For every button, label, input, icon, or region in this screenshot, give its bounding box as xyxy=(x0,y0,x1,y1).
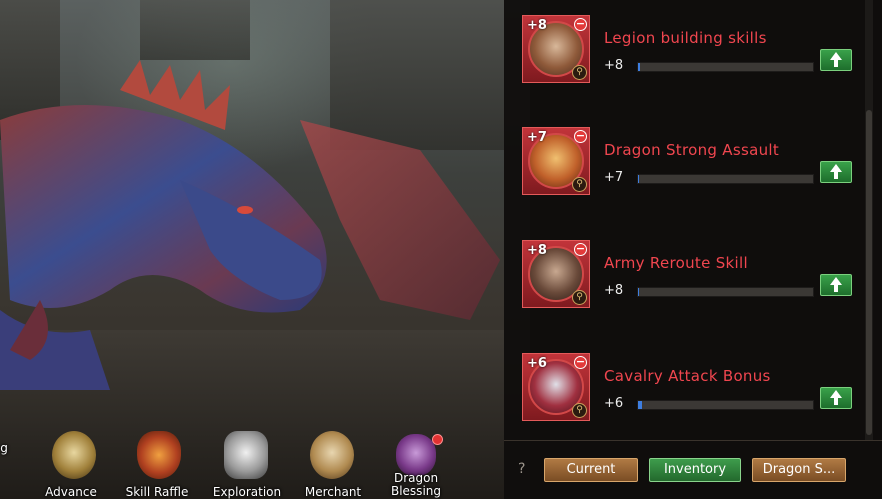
skill-row-army-reroute: +8 − ⚲ Army Reroute Skill +8 xyxy=(522,240,862,312)
skill-list-scrollbar[interactable] xyxy=(865,0,873,440)
skill-name: Cavalry Attack Bonus xyxy=(604,367,771,385)
skill-row-legion-building: +8 − ⚲ Legion building skills +8 xyxy=(522,15,862,87)
upgrade-button[interactable] xyxy=(820,387,852,409)
winged-scroll-icon xyxy=(224,431,268,479)
notification-badge xyxy=(432,434,443,445)
upgrade-button[interactable] xyxy=(820,49,852,71)
skill-level-badge: +7 xyxy=(527,130,547,145)
magnifier-icon[interactable]: ⚲ xyxy=(572,65,587,80)
nav-item-advance[interactable]: Advance xyxy=(28,428,108,499)
flame-shield-icon xyxy=(137,431,181,479)
nav-item-partial[interactable]: g xyxy=(0,428,10,499)
current-button[interactable]: Current xyxy=(544,458,638,482)
magnifier-icon[interactable]: ⚲ xyxy=(572,403,587,418)
skill-value: +8 xyxy=(604,283,624,298)
skill-value: +8 xyxy=(604,58,624,73)
nav-label: Dragon Blessing xyxy=(390,471,441,498)
up-arrow-icon xyxy=(830,277,842,285)
skill-name: Army Reroute Skill xyxy=(604,254,748,272)
minus-icon[interactable]: − xyxy=(574,130,587,143)
skill-value: +7 xyxy=(604,170,624,185)
dragon-scene xyxy=(0,0,530,499)
skill-value: +6 xyxy=(604,396,624,411)
skill-icon-reroute[interactable]: +8 − ⚲ xyxy=(522,240,590,308)
up-arrow-icon xyxy=(830,52,842,60)
upgrade-button[interactable] xyxy=(820,161,852,183)
up-arrow-stem xyxy=(834,172,838,179)
skill-row-cavalry-attack: +6 − ⚲ Cavalry Attack Bonus +6 xyxy=(522,353,862,425)
skill-progress-fill xyxy=(638,175,640,183)
nav-label: g xyxy=(0,441,8,455)
nav-item-merchant[interactable]: Merchant xyxy=(286,428,366,499)
upgrade-button[interactable] xyxy=(820,274,852,296)
skill-progress-bar xyxy=(637,400,814,410)
skill-name: Dragon Strong Assault xyxy=(604,141,780,159)
skill-level-badge: +8 xyxy=(527,243,547,258)
dragon-illustration xyxy=(0,60,500,390)
nav-label: Exploration xyxy=(212,485,282,499)
nav-label: Advance xyxy=(45,485,97,499)
nav-item-skill-raffle[interactable]: Skill Raffle xyxy=(113,428,193,499)
up-arrow-stem xyxy=(834,398,838,405)
dragon-head-icon xyxy=(52,431,96,479)
skill-row-dragon-strong-assault: +7 − ⚲ Dragon Strong Assault +7 xyxy=(522,127,862,199)
help-icon[interactable]: ? xyxy=(518,461,525,477)
skill-progress-fill xyxy=(638,63,640,71)
minus-icon[interactable]: − xyxy=(574,356,587,369)
skill-name: Legion building skills xyxy=(604,29,767,47)
skill-icon-cavalry[interactable]: +6 − ⚲ xyxy=(522,353,590,421)
nav-item-dragon-blessing[interactable]: Dragon Blessing xyxy=(370,428,450,499)
dragon-skills-button[interactable]: Dragon S... xyxy=(752,458,846,482)
skill-progress-bar xyxy=(637,174,814,184)
nav-label: Merchant xyxy=(304,485,362,499)
skill-icon-legion[interactable]: +8 − ⚲ xyxy=(522,15,590,83)
minus-icon[interactable]: − xyxy=(574,18,587,31)
nav-item-exploration[interactable]: Exploration xyxy=(200,428,281,499)
skill-icon-assault[interactable]: +7 − ⚲ xyxy=(522,127,590,195)
skill-progress-bar xyxy=(637,287,814,297)
minus-icon[interactable]: − xyxy=(574,243,587,256)
scrollbar-thumb[interactable] xyxy=(866,110,872,435)
skill-level-badge: +8 xyxy=(527,18,547,33)
nav-label: Skill Raffle xyxy=(125,485,189,499)
bottom-nav: g Advance Skill Raffle Exploration Merch… xyxy=(0,428,504,499)
magnifier-icon[interactable]: ⚲ xyxy=(572,290,587,305)
skill-progress-fill xyxy=(638,401,642,409)
horned-crest-icon xyxy=(310,431,354,479)
magnifier-icon[interactable]: ⚲ xyxy=(572,177,587,192)
up-arrow-icon xyxy=(830,164,842,172)
dragon-egg-icon xyxy=(396,434,436,476)
skill-level-badge: +6 xyxy=(527,356,547,371)
inventory-button[interactable]: Inventory xyxy=(649,458,741,482)
panel-divider xyxy=(504,440,882,441)
up-arrow-stem xyxy=(834,285,838,292)
ruin-wall xyxy=(140,0,250,60)
skill-progress-bar xyxy=(637,62,814,72)
up-arrow-stem xyxy=(834,60,838,67)
skill-progress-fill xyxy=(638,288,640,296)
up-arrow-icon xyxy=(830,390,842,398)
